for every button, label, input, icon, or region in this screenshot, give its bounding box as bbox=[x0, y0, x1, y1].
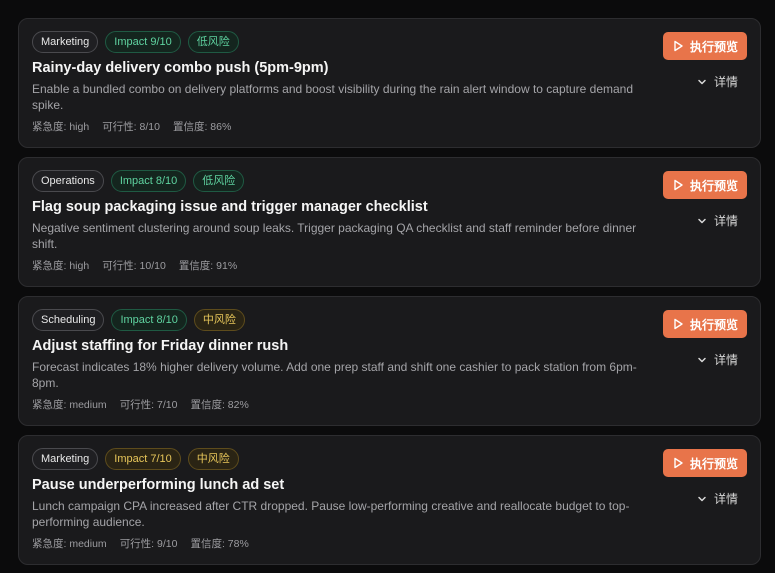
details-toggle[interactable]: 详情 bbox=[697, 212, 738, 229]
details-toggle[interactable]: 详情 bbox=[697, 73, 738, 90]
action-description: Enable a bundled combo on delivery platf… bbox=[32, 82, 634, 112]
confidence-metric: 置信度: 86% bbox=[172, 121, 232, 133]
run-preview-button[interactable]: 执行预览 bbox=[663, 171, 747, 199]
action-card: Marketing Impact 7/10 中风险 Pause underper… bbox=[18, 435, 761, 565]
urgency-metric: 紧急度: high bbox=[32, 260, 90, 272]
metrics-row: 紧急度: high 可行性: 10/10 置信度: 91% bbox=[32, 258, 237, 273]
details-toggle[interactable]: 详情 bbox=[697, 351, 738, 368]
play-icon bbox=[674, 179, 683, 191]
action-card: Operations Impact 8/10 低风险 Flag soup pac… bbox=[18, 157, 761, 287]
action-description: Forecast indicates 18% higher delivery v… bbox=[32, 360, 637, 390]
metrics-row: 紧急度: high 可行性: 8/10 置信度: 86% bbox=[32, 119, 231, 134]
confidence-metric: 置信度: 91% bbox=[178, 260, 238, 272]
category-tag: Marketing bbox=[32, 448, 99, 470]
action-card: Marketing Impact 9/10 低风险 Rainy-day deli… bbox=[18, 18, 761, 148]
urgency-metric: 紧急度: medium bbox=[32, 538, 107, 550]
run-preview-button[interactable]: 执行预览 bbox=[663, 32, 747, 60]
play-icon bbox=[674, 457, 683, 469]
metrics-row: 紧急度: medium 可行性: 7/10 置信度: 82% bbox=[32, 397, 249, 412]
tag-row: Scheduling Impact 8/10 中风险 bbox=[32, 309, 245, 331]
details-label: 详情 bbox=[714, 214, 739, 228]
urgency-metric: 紧急度: high bbox=[32, 121, 90, 133]
chevron-down-icon bbox=[698, 79, 706, 84]
confidence-metric: 置信度: 78% bbox=[190, 538, 249, 550]
details-label: 详情 bbox=[714, 492, 739, 506]
action-card: Scheduling Impact 8/10 中风险 Adjust staffi… bbox=[18, 296, 761, 426]
feasibility-metric: 可行性: 7/10 bbox=[119, 399, 178, 411]
confidence-metric: 置信度: 82% bbox=[190, 399, 249, 411]
details-label: 详情 bbox=[714, 353, 739, 367]
details-label: 详情 bbox=[714, 75, 739, 89]
run-preview-label: 执行预览 bbox=[689, 178, 738, 193]
action-description: Lunch campaign CPA increased after CTR d… bbox=[32, 499, 630, 529]
category-tag: Operations bbox=[32, 170, 104, 192]
chevron-down-icon bbox=[698, 218, 706, 223]
play-icon bbox=[674, 40, 683, 52]
feasibility-metric: 可行性: 9/10 bbox=[119, 538, 178, 550]
impact-badge: Impact 9/10 bbox=[105, 31, 181, 53]
action-title: Flag soup packaging issue and trigger ma… bbox=[32, 199, 428, 215]
run-preview-label: 执行预览 bbox=[689, 39, 738, 54]
action-title: Rainy-day delivery combo push (5pm-9pm) bbox=[32, 60, 329, 76]
action-title: Adjust staffing for Friday dinner rush bbox=[32, 338, 289, 354]
tag-row: Marketing Impact 7/10 中风险 bbox=[32, 448, 239, 470]
risk-badge: 低风险 bbox=[193, 170, 245, 192]
tag-row: Operations Impact 8/10 低风险 bbox=[32, 170, 245, 192]
run-preview-button[interactable]: 执行预览 bbox=[663, 449, 747, 477]
impact-badge: Impact 8/10 bbox=[110, 170, 187, 192]
run-preview-label: 执行预览 bbox=[689, 456, 738, 471]
impact-badge: Impact 7/10 bbox=[105, 448, 181, 470]
risk-badge: 低风险 bbox=[187, 31, 239, 53]
details-toggle[interactable]: 详情 bbox=[697, 490, 738, 507]
category-tag: Scheduling bbox=[32, 309, 105, 331]
risk-badge: 中风险 bbox=[193, 309, 245, 331]
impact-badge: Impact 8/10 bbox=[111, 309, 187, 331]
action-title: Pause underperforming lunch ad set bbox=[32, 477, 285, 493]
tag-row: Marketing Impact 9/10 低风险 bbox=[32, 31, 239, 53]
chevron-down-icon bbox=[698, 357, 706, 362]
play-icon bbox=[674, 318, 683, 330]
chevron-down-icon bbox=[698, 496, 706, 501]
action-card-list: Marketing Impact 9/10 低风险 Rainy-day deli… bbox=[0, 0, 775, 573]
run-preview-button[interactable]: 执行预览 bbox=[663, 310, 747, 338]
category-tag: Marketing bbox=[32, 31, 99, 53]
urgency-metric: 紧急度: medium bbox=[32, 399, 107, 411]
metrics-row: 紧急度: medium 可行性: 9/10 置信度: 78% bbox=[32, 536, 249, 551]
run-preview-label: 执行预览 bbox=[689, 317, 738, 332]
action-description: Negative sentiment clustering around sou… bbox=[32, 221, 637, 251]
feasibility-metric: 可行性: 10/10 bbox=[102, 260, 166, 272]
risk-badge: 中风险 bbox=[187, 448, 239, 470]
feasibility-metric: 可行性: 8/10 bbox=[102, 121, 160, 133]
